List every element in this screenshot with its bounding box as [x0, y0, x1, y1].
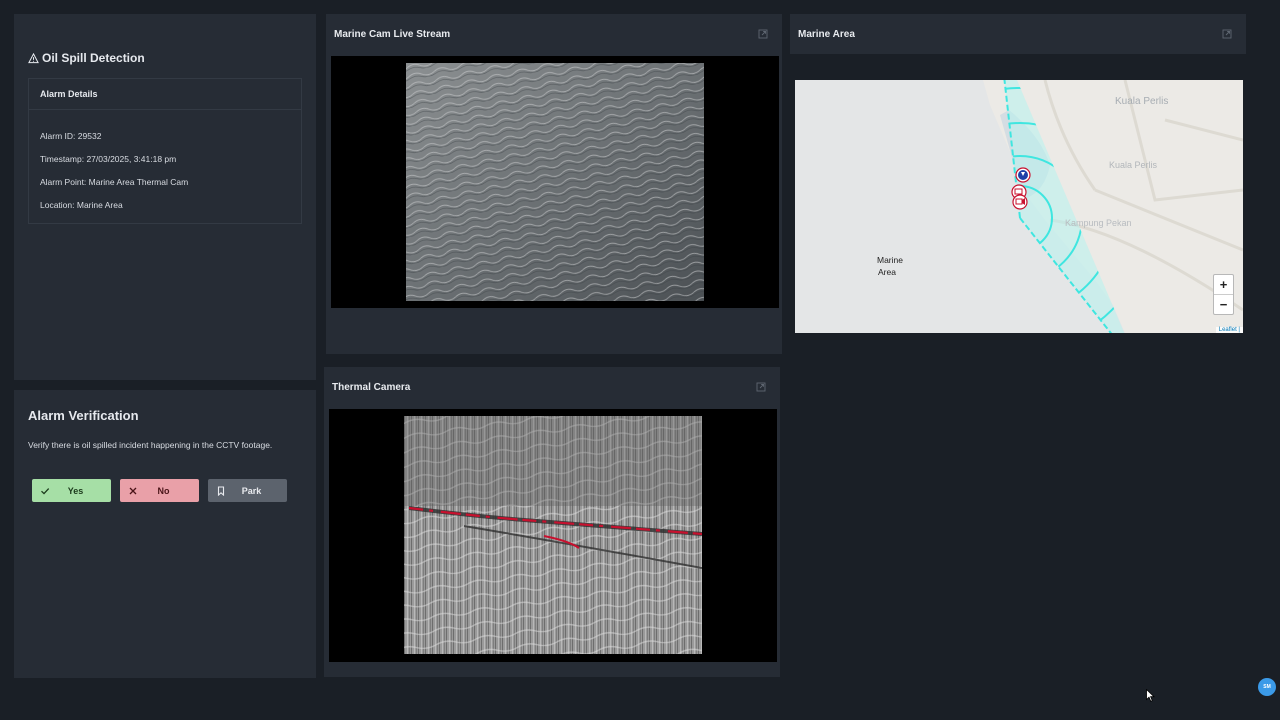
thermal-camera-video[interactable] — [329, 409, 777, 662]
marine-area-header: Marine Area — [790, 14, 1246, 54]
floating-action-button[interactable]: SM — [1258, 678, 1276, 696]
alarm-point: Alarm Point: Marine Area Thermal Cam — [40, 177, 189, 187]
verification-description: Verify there is oil spilled incident hap… — [28, 440, 273, 450]
expand-icon[interactable] — [1222, 29, 1232, 39]
alarm-timestamp: Timestamp: 27/03/2025, 3:41:18 pm — [40, 154, 177, 164]
marine-area-title: Marine Area — [798, 28, 855, 40]
alarm-details-header: Alarm Details — [29, 79, 301, 110]
marine-cam-video[interactable] — [331, 56, 779, 308]
map-label-kuala-perlis-2: Kuala Perlis — [1109, 160, 1158, 170]
yes-label: Yes — [67, 485, 84, 496]
oil-spill-title: Oil Spill Detection — [28, 51, 145, 65]
alarm-location: Location: Marine Area — [40, 200, 123, 210]
map-canvas: Kuala Perlis Kuala Perlis Kampung Pekan … — [795, 80, 1243, 333]
park-label: Park — [241, 485, 262, 496]
map-marker-icon[interactable] — [1015, 167, 1031, 183]
warning-icon — [28, 52, 39, 64]
map-attribution[interactable]: Leaflet | — [1215, 327, 1243, 333]
no-button[interactable]: No — [120, 479, 199, 502]
map-zoom-control: + − — [1213, 274, 1234, 315]
expand-icon[interactable] — [756, 382, 766, 392]
marine-area-panel: Marine Area — [790, 14, 1246, 54]
oil-spill-panel: Oil Spill Detection Alarm Details Alarm … — [14, 14, 316, 380]
bookmark-icon — [216, 485, 226, 496]
marine-cam-frame — [406, 63, 704, 301]
alarm-verification-panel: Alarm Verification Verify there is oil s… — [14, 390, 316, 678]
alarm-details-box: Alarm Details Alarm ID: 29532 Timestamp:… — [28, 78, 302, 224]
mouse-cursor-icon — [1146, 688, 1155, 702]
yes-button[interactable]: Yes — [32, 479, 111, 502]
marine-cam-title: Marine Cam Live Stream — [334, 28, 451, 40]
close-icon — [128, 486, 138, 496]
zoom-in-button[interactable]: + — [1214, 275, 1233, 295]
check-icon — [40, 486, 50, 496]
alarm-id: Alarm ID: 29532 — [40, 131, 102, 141]
thermal-camera-title: Thermal Camera — [332, 381, 411, 393]
verification-title: Alarm Verification — [28, 408, 139, 423]
no-label: No — [157, 485, 170, 496]
map-label-kampung: Kampung Pekan — [1065, 218, 1132, 228]
expand-icon[interactable] — [758, 29, 768, 39]
thermal-camera-frame — [404, 416, 702, 654]
marine-cam-header: Marine Cam Live Stream — [326, 14, 782, 54]
map-label-area: Area — [878, 267, 896, 277]
thermal-camera-panel: Thermal Camera — [324, 367, 780, 677]
oil-spill-title-text: Oil Spill Detection — [42, 51, 145, 65]
thermal-camera-header: Thermal Camera — [324, 367, 780, 407]
marine-cam-panel: Marine Cam Live Stream — [326, 14, 782, 354]
zoom-out-button[interactable]: − — [1214, 295, 1233, 314]
marine-area-map[interactable]: Kuala Perlis Kuala Perlis Kampung Pekan … — [795, 80, 1243, 333]
camera-marker-icon[interactable] — [1011, 184, 1028, 210]
map-label-marine: Marine — [877, 255, 903, 265]
map-label-kuala-perlis: Kuala Perlis — [1115, 96, 1168, 107]
park-button[interactable]: Park — [208, 479, 287, 502]
